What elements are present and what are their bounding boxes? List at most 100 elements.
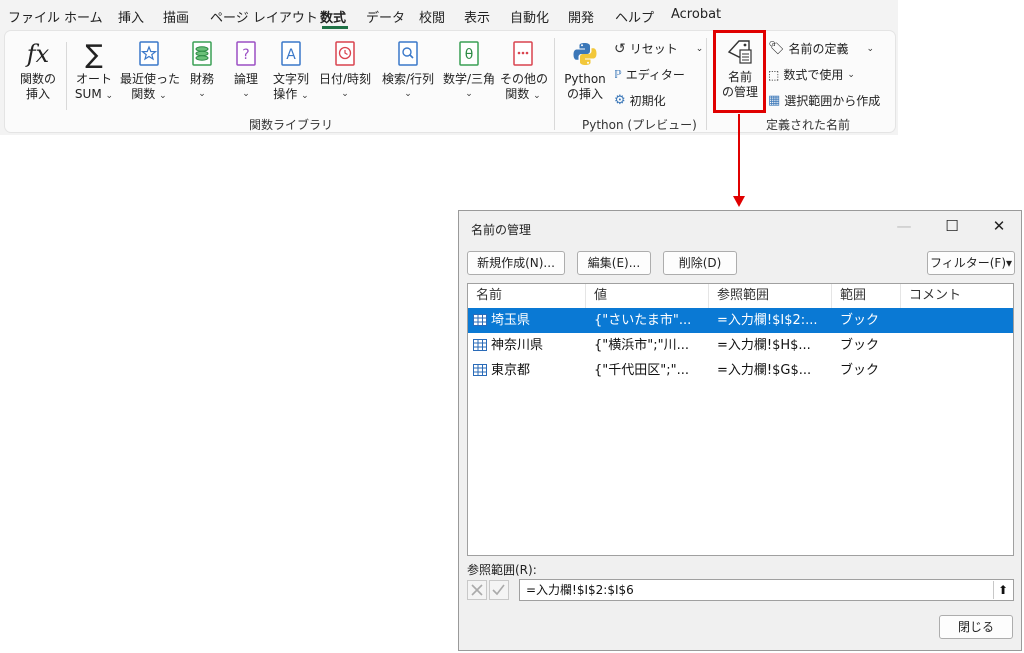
dialog-title: 名前の管理 xyxy=(471,223,532,237)
filter-label: フィルター(F) xyxy=(929,256,1006,270)
refers-to-cancel-confirm-icons xyxy=(467,580,509,600)
group-label-python: Python (プレビュー) xyxy=(582,118,697,132)
python-initialize-button[interactable]: ⚙ 初期化 xyxy=(614,92,666,109)
cell-name: 東京都 xyxy=(491,363,531,378)
chevron-down-icon: ⌄ xyxy=(242,89,250,99)
svg-text:?: ? xyxy=(242,47,249,63)
financial-button[interactable]: 財務 ⌄ xyxy=(184,40,220,102)
financial-label: 財務 xyxy=(189,72,214,86)
table-icon xyxy=(473,339,487,351)
chevron-down-icon: ⌄ xyxy=(105,91,114,101)
define-name-label: 名前の定義 xyxy=(788,42,849,56)
chevron-down-icon: ⌄ xyxy=(198,89,206,99)
minimize-icon: — xyxy=(896,217,912,235)
tab-view[interactable]: 表示 xyxy=(464,7,490,26)
python-editor-icon: ℙ xyxy=(614,68,622,81)
column-header-scope[interactable]: 範囲 xyxy=(832,284,901,308)
table-row[interactable]: 埼玉県 {"さいたま市"... =入力欄!$I$2:... ブック xyxy=(468,308,1013,333)
table-row[interactable]: 東京都 {"千代田区";"... =入力欄!$G$... ブック xyxy=(468,358,1013,383)
more-functions-button[interactable]: その他の 関数 ⌄ xyxy=(500,40,549,104)
tab-acrobat[interactable]: Acrobat xyxy=(671,7,721,22)
lookup-label: 検索/行列 xyxy=(381,72,435,86)
tab-draw[interactable]: 描画 xyxy=(163,7,189,26)
more-book-icon xyxy=(513,41,533,66)
recent-functions-button[interactable]: 最近使った 関数 ⌄ xyxy=(120,40,180,104)
python-insert-label-2: の挿入 xyxy=(566,87,603,101)
names-list[interactable]: 名前 値 参照範囲 範囲 コメント 埼玉県 {"さいたま市"... =入力欄!$… xyxy=(467,283,1014,556)
python-icon xyxy=(573,43,597,65)
undo-icon: ↺ xyxy=(614,40,626,57)
math-button[interactable]: θ 数学/三角 ⌄ xyxy=(440,40,498,102)
cell-value: {"千代田区";"... xyxy=(594,363,689,378)
define-name-button[interactable]: 🏷 名前の定義 ⌄ xyxy=(768,40,874,57)
tab-data[interactable]: データ xyxy=(366,7,405,26)
table-icon xyxy=(473,364,487,376)
magnifier-book-icon xyxy=(398,41,418,66)
tab-formulas[interactable]: 数式 xyxy=(320,7,346,26)
refers-to-label: 参照範囲(R): xyxy=(467,563,537,577)
refers-to-value: =入力欄!$I$2:$I$6 xyxy=(526,583,634,597)
refers-to-input[interactable]: =入力欄!$I$2:$I$6 ⬆ xyxy=(519,579,1014,601)
python-initialize-label: 初期化 xyxy=(629,94,666,108)
delete-name-button[interactable]: 削除(D) xyxy=(663,251,737,275)
chevron-down-icon: ⌄ xyxy=(847,69,855,80)
column-header-name[interactable]: 名前 xyxy=(468,284,586,308)
tag-icon: 🏷 xyxy=(768,41,785,56)
maximize-button[interactable]: ☐ xyxy=(937,215,967,237)
cell-scope: ブック xyxy=(840,363,880,378)
python-reset-label: リセット xyxy=(629,42,678,56)
tab-help[interactable]: ヘルプ xyxy=(615,7,654,26)
python-reset-button[interactable]: ↺ リセット ⌄ xyxy=(614,40,703,57)
group-label-function-library: 関数ライブラリ xyxy=(249,118,334,132)
datetime-button[interactable]: 日付/時刻 ⌄ xyxy=(316,40,374,102)
svg-text:A: A xyxy=(286,47,296,63)
close-window-button[interactable]: ✕ xyxy=(984,215,1014,237)
lookup-button[interactable]: 検索/行列 ⌄ xyxy=(378,40,438,102)
chevron-down-icon: ⌄ xyxy=(465,89,473,99)
tab-review[interactable]: 校閲 xyxy=(419,7,445,26)
tab-developer[interactable]: 開発 xyxy=(568,7,594,26)
edit-name-button[interactable]: 編集(E)... xyxy=(577,251,651,275)
text-button[interactable]: A 文字列 操作 ⌄ xyxy=(268,40,314,104)
ribbon: ファイル ホーム 挿入 描画 ページ レイアウト 数式 データ 校閲 表示 自動… xyxy=(0,0,898,135)
chevron-down-icon: ⌄ xyxy=(866,43,875,54)
cell-refers-to: =入力欄!$H$... xyxy=(717,338,811,353)
column-header-value[interactable]: 値 xyxy=(586,284,709,308)
theta-book-icon: θ xyxy=(459,41,479,66)
create-from-selection-button[interactable]: ▦ 選択範囲から作成 xyxy=(768,92,880,109)
use-in-formula-button[interactable]: ⬚ 数式で使用 ⌄ xyxy=(768,66,855,83)
tab-insert[interactable]: 挿入 xyxy=(118,7,144,26)
tag-fx-icon: ⬚ xyxy=(768,67,780,82)
column-header-refers-to[interactable]: 参照範囲 xyxy=(709,284,832,308)
insert-function-button[interactable]: fx 関数の 挿入 xyxy=(15,40,61,102)
tab-page-layout[interactable]: ページ レイアウト xyxy=(210,7,318,26)
tab-file[interactable]: ファイル xyxy=(8,7,60,26)
logical-button[interactable]: ? 論理 ⌄ xyxy=(228,40,264,102)
grid-icon: ▦ xyxy=(768,93,781,108)
star-book-icon xyxy=(139,41,159,66)
active-tab-underline xyxy=(322,26,348,29)
fx-icon: fx xyxy=(26,40,50,68)
close-button[interactable]: 閉じる xyxy=(939,615,1013,639)
python-insert-button[interactable]: Python の挿入 xyxy=(560,40,610,102)
cell-scope: ブック xyxy=(840,313,880,328)
filter-button[interactable]: フィルター(F)▾ xyxy=(927,251,1015,275)
autosum-button[interactable]: ∑ オート SUM ⌄ xyxy=(70,40,118,104)
cell-name: 神奈川県 xyxy=(491,338,544,353)
text-label-2: 操作 xyxy=(273,87,298,101)
column-header-comment[interactable]: コメント xyxy=(901,284,1013,308)
more-label-1: その他の xyxy=(500,72,549,86)
datetime-label: 日付/時刻 xyxy=(318,72,372,86)
tab-automate[interactable]: 自動化 xyxy=(510,7,549,26)
table-row[interactable]: 神奈川県 {"横浜市";"川... =入力欄!$H$... ブック xyxy=(468,333,1013,358)
autosum-label-1: オート xyxy=(75,72,112,86)
text-book-icon: A xyxy=(281,41,301,66)
name-manager-dialog: 名前の管理 — ☐ ✕ 新規作成(N)... 編集(E)... 削除(D) フィ… xyxy=(458,210,1022,651)
collapse-dialog-icon[interactable]: ⬆ xyxy=(993,581,1012,599)
annotation-arrow-head xyxy=(733,196,745,207)
python-editor-button[interactable]: ℙ エディター xyxy=(614,66,685,83)
new-name-button[interactable]: 新規作成(N)... xyxy=(467,251,565,275)
chevron-down-icon: ⌄ xyxy=(341,89,349,99)
tab-home[interactable]: ホーム xyxy=(64,7,103,26)
insert-function-label-1: 関数の xyxy=(19,72,56,86)
